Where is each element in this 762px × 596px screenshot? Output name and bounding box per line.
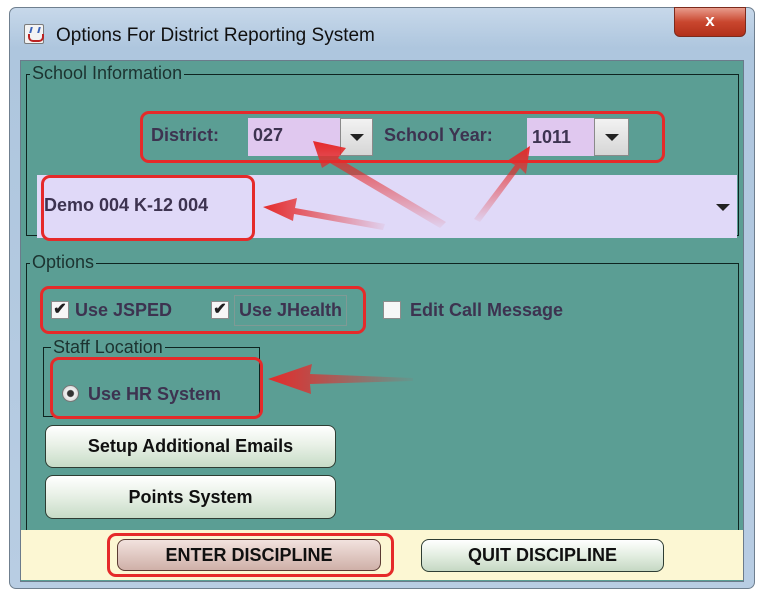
title-bar[interactable]: Options For District Reporting System x: [10, 7, 754, 60]
school-information-legend: School Information: [30, 63, 185, 83]
close-icon: x: [705, 11, 715, 30]
close-button[interactable]: x: [674, 7, 746, 37]
staff-location-legend: Staff Location: [51, 337, 165, 357]
school-highlight: [41, 175, 255, 241]
edit-call-message-checkbox[interactable]: [383, 301, 401, 319]
content-panel: School Information District: 027 School …: [20, 60, 744, 582]
footer-bar: ENTER DISCIPLINE QUIT DISCIPLINE: [21, 530, 743, 580]
checkbox-highlight: [40, 286, 366, 334]
edit-call-message-label[interactable]: Edit Call Message: [410, 300, 563, 321]
window-title: Options For District Reporting System: [56, 25, 375, 46]
quit-discipline-button[interactable]: QUIT DISCIPLINE: [421, 539, 664, 572]
options-legend: Options: [30, 252, 97, 272]
points-system-button[interactable]: Points System: [45, 475, 336, 519]
setup-additional-emails-button[interactable]: Setup Additional Emails: [45, 425, 336, 468]
staff-location-highlight: [50, 357, 263, 419]
school-dropdown-button[interactable]: [709, 175, 737, 238]
enter-discipline-highlight: [107, 533, 394, 577]
district-year-highlight: [140, 111, 665, 163]
java-cup-icon: [24, 24, 44, 44]
options-window: Options For District Reporting System x …: [9, 7, 755, 589]
